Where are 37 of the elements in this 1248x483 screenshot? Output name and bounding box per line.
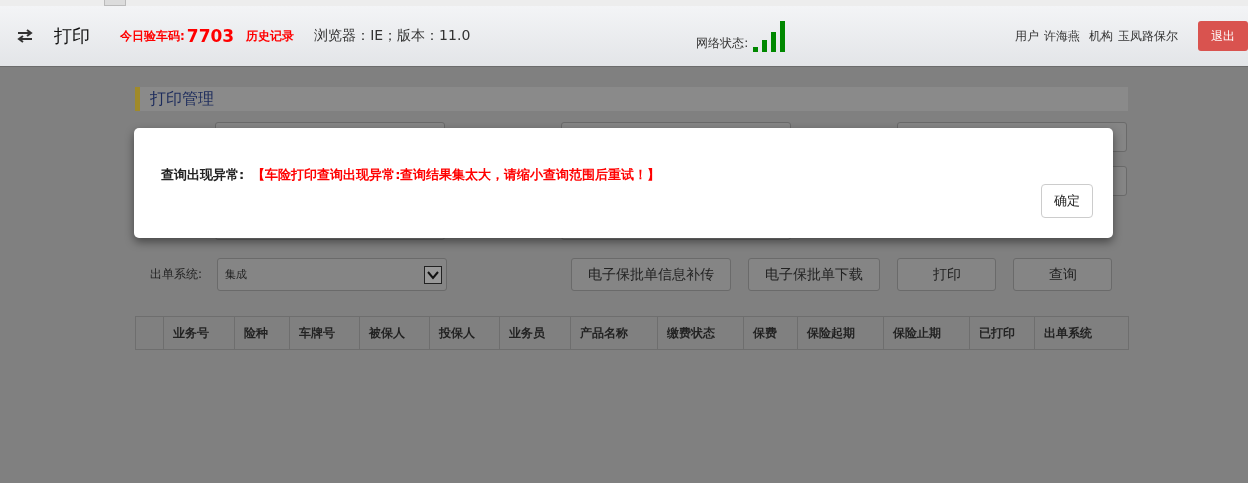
filter-label: 出单系统: [149,266,204,283]
column-header: 被保人 [359,317,431,349]
system-select[interactable]: 集成 [217,258,447,291]
column-header: 出单系统 [1043,324,1094,342]
swap-arrows-icon[interactable] [16,29,34,43]
action-button[interactable]: 电子保批单下载 [748,258,880,291]
column-header: 保险止期 [883,317,971,349]
org-label: 机构 [1089,27,1113,45]
column-header: 业务员 [500,317,572,349]
org-name: 玉凤路保尔 [1118,27,1178,45]
column-header: 已打印 [970,317,1036,349]
logout-button[interactable]: 退出 [1198,21,1248,51]
section-title: 打印管理 [135,87,1128,111]
dropdown-icon [424,265,442,284]
network-label: 网络状态: [696,35,749,52]
column-header: 险种 [234,317,290,349]
column-header: 保费 [743,317,798,349]
dialog-label: 查询出现异常: [161,166,245,184]
action-button[interactable]: 打印 [897,258,996,291]
column-header: 业务号 [163,317,235,349]
column-header: 车牌号 [289,317,360,349]
history-link[interactable]: 历史记录 [246,27,295,45]
ok-button[interactable]: 确定 [1041,184,1093,218]
action-button[interactable]: 电子保批单信息补传 [571,258,731,291]
user-label: 用户 [1015,27,1039,45]
inspection-code: 7703 [186,26,235,46]
error-message: 【车险打印查询出现异常:查询结果集太大，请缩小查询范围后重试！】 [252,166,661,184]
browser-info: 浏览器：IE；版本：11.0 [314,27,471,45]
code-label: 今日验车码: [120,27,185,45]
action-button[interactable]: 查询 [1013,258,1112,291]
signal-icon [752,20,787,52]
user-name: 许海燕 [1044,27,1080,45]
page-title: 打印 [54,24,90,48]
column-header: 缴费状态 [657,317,744,349]
column-header: 保险起期 [797,317,884,349]
column-header: 产品名称 [571,317,658,349]
column-header: 投保人 [430,317,501,349]
